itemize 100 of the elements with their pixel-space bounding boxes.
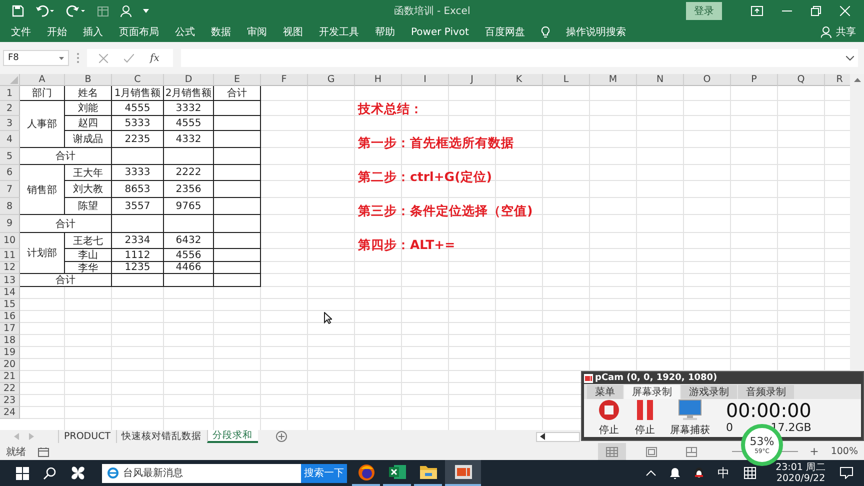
undo-icon[interactable] (35, 5, 55, 17)
column-header[interactable]: O (684, 74, 731, 86)
add-sheet-icon[interactable] (276, 431, 287, 442)
row-header[interactable]: 2 (0, 101, 20, 116)
ribbon-tab[interactable]: 页面布局 (119, 25, 159, 39)
column-header[interactable]: R (825, 74, 850, 86)
expand-icon[interactable] (846, 56, 854, 60)
column-header[interactable]: K (496, 74, 543, 86)
row-header[interactable]: 11 (0, 249, 20, 262)
restore-icon[interactable] (811, 6, 821, 16)
column-header[interactable]: D (164, 74, 214, 86)
table-icon[interactable] (97, 5, 109, 17)
input-method-indicator[interactable]: 中 (718, 464, 730, 482)
column-header[interactable]: L (543, 74, 590, 86)
column-header[interactable]: I (402, 74, 449, 86)
row-header[interactable]: 7 (0, 181, 20, 198)
row-header[interactable]: 24 (0, 407, 20, 419)
row-header[interactable]: 15 (0, 299, 20, 311)
column-header[interactable]: G (308, 74, 355, 86)
tell-me-search[interactable]: 操作说明搜索 (566, 25, 626, 39)
row-header[interactable]: 4 (0, 131, 20, 148)
row-header[interactable]: 5 (0, 148, 20, 165)
chevron-up-icon[interactable] (646, 470, 656, 476)
sheet-tab[interactable]: 分段求和 (206, 430, 258, 443)
row-header[interactable]: 21 (0, 371, 20, 383)
person-icon[interactable] (120, 5, 132, 17)
keyboard-grid-icon[interactable] (744, 467, 756, 479)
login-button[interactable]: 登录 (686, 2, 722, 20)
ribbon-tab[interactable]: Power Pivot (411, 26, 469, 38)
column-header[interactable]: E (214, 74, 261, 86)
save-icon[interactable] (12, 5, 24, 17)
column-header[interactable]: A (20, 74, 65, 86)
recorder-button[interactable]: 停止 (598, 399, 620, 437)
column-header[interactable]: H (355, 74, 402, 86)
ribbon-tab[interactable]: 开发工具 (319, 25, 359, 39)
formula-input[interactable] (181, 49, 858, 67)
ribbon-tab[interactable]: 开始 (47, 25, 67, 39)
recorder-tab[interactable]: 音频录制 (738, 385, 794, 399)
insert-function-button[interactable]: fx (150, 52, 160, 64)
recorder-tab[interactable]: 菜单 (587, 385, 623, 399)
check-icon[interactable] (124, 54, 134, 62)
ribbon-tab[interactable]: 审阅 (247, 25, 267, 39)
row-header[interactable]: 13 (0, 274, 20, 287)
column-header[interactable]: F (261, 74, 308, 86)
row-header[interactable]: 6 (0, 165, 20, 181)
windows-start-icon[interactable] (16, 466, 29, 480)
row-header[interactable]: 8 (0, 198, 20, 215)
zoom-in-button[interactable]: + (810, 445, 819, 458)
ribbon-tab[interactable]: 数据 (211, 25, 231, 39)
recorder-taskbar-icon[interactable] (445, 460, 481, 486)
row-header[interactable]: 3 (0, 116, 20, 131)
redo-icon[interactable] (66, 5, 86, 17)
row-header[interactable]: 18 (0, 335, 20, 347)
row-header[interactable]: 10 (0, 233, 20, 249)
penguin-icon[interactable] (694, 467, 704, 479)
notification-icon[interactable] (840, 467, 853, 479)
name-box[interactable]: F8 (3, 50, 69, 66)
pinwheel-icon[interactable] (70, 465, 86, 481)
macro-record-icon[interactable] (38, 446, 49, 456)
column-header[interactable]: J (449, 74, 496, 86)
ribbon-tab[interactable]: 视图 (283, 25, 303, 39)
row-header[interactable]: 20 (0, 359, 20, 371)
scroll-left-icon[interactable] (540, 433, 545, 440)
close-icon[interactable] (840, 6, 850, 16)
recorder-tab[interactable]: 游戏录制 (681, 385, 737, 399)
column-header[interactable]: C (112, 74, 164, 86)
row-header[interactable]: 22 (0, 383, 20, 395)
row-header[interactable]: 1 (0, 86, 20, 101)
recorder-button[interactable]: 屏幕捕获 (670, 399, 710, 437)
search-box[interactable]: 台风最新消息 搜索一下 (102, 464, 347, 482)
recorder-button[interactable]: 停止 (634, 399, 656, 437)
row-header[interactable]: 23 (0, 395, 20, 407)
column-header[interactable]: Q (778, 74, 825, 86)
share-button[interactable]: 共享 (836, 25, 856, 39)
row-header[interactable]: 17 (0, 323, 20, 335)
ribbon-display-icon[interactable] (751, 6, 763, 16)
row-header[interactable]: 14 (0, 287, 20, 299)
column-header[interactable]: B (65, 74, 112, 86)
column-header[interactable]: M (590, 74, 637, 86)
dropdown-icon[interactable] (143, 9, 149, 13)
zoom-level[interactable]: 100% (830, 446, 858, 457)
search-icon[interactable] (43, 466, 56, 480)
ribbon-tab[interactable]: 百度网盘 (484, 25, 525, 39)
recorder-tab[interactable]: 屏幕录制 (624, 385, 680, 399)
row-header[interactable]: 16 (0, 311, 20, 323)
column-header[interactable]: N (637, 74, 684, 86)
ribbon-tab[interactable]: 公式 (175, 25, 195, 39)
row-header[interactable]: 9 (0, 215, 20, 233)
column-header[interactable]: P (731, 74, 778, 86)
search-button[interactable]: 搜索一下 (301, 464, 347, 482)
bell-icon[interactable] (670, 468, 680, 478)
clock-date[interactable]: 2020/9/22 (776, 473, 826, 484)
ribbon-tab[interactable]: 插入 (83, 25, 103, 39)
row-header[interactable]: 12 (0, 262, 20, 274)
row-header[interactable]: 19 (0, 347, 20, 359)
dropdown-icon[interactable] (59, 56, 64, 60)
horizontal-scrollbar[interactable] (536, 432, 580, 442)
ribbon-tab[interactable]: 帮助 (375, 25, 395, 39)
scroll-up-icon[interactable] (854, 78, 860, 82)
ribbon-tab[interactable]: 文件 (11, 25, 31, 39)
